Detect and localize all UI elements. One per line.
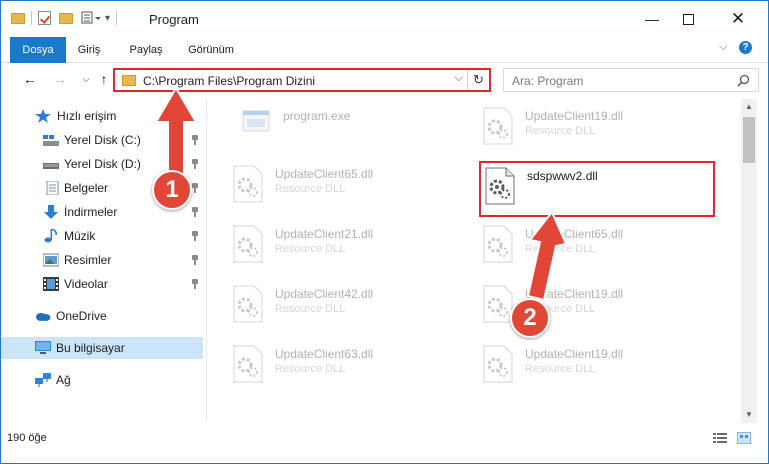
step-badge-1: 1 — [152, 170, 192, 210]
arrow-up-icon — [526, 210, 568, 302]
step-badge-2: 2 — [510, 298, 550, 338]
annotation-overlay — [154, 86, 568, 302]
arrow-up-icon — [154, 86, 198, 177]
